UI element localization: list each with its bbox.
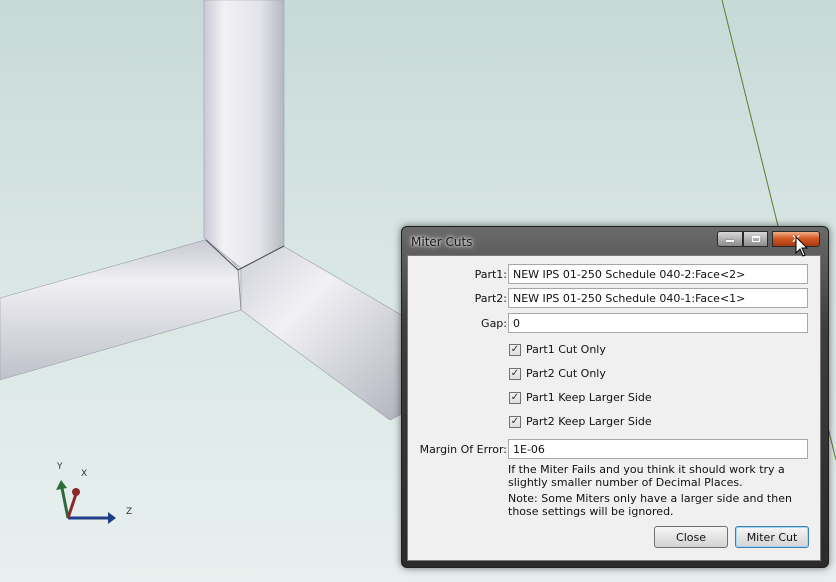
- pipe-left[interactable]: [0, 237, 242, 381]
- dialog-title: Miter Cuts: [411, 235, 473, 249]
- maximize-button[interactable]: [743, 231, 768, 247]
- check-icon: ✓: [509, 415, 521, 428]
- pipe-right[interactable]: [240, 245, 411, 421]
- miter-cuts-dialog: Miter Cuts ✕ Part1: NEW IPS 01-250 Sched…: [401, 226, 829, 568]
- triad-z-label: Z: [126, 507, 133, 517]
- checkbox-label: Part2 Keep Larger Side: [526, 415, 652, 428]
- part2-cut-only-checkbox[interactable]: ✓ Part2 Cut Only: [509, 367, 606, 380]
- margin-of-error-label: Margin Of Error:: [419, 443, 507, 456]
- margin-of-error-field[interactable]: 1E-06: [508, 439, 808, 459]
- part1-label: Part1:: [474, 268, 507, 281]
- check-icon: ✓: [509, 343, 521, 356]
- mouse-cursor-icon: [795, 236, 809, 257]
- close-button[interactable]: Close: [654, 526, 728, 548]
- part2-field[interactable]: NEW IPS 01-250 Schedule 040-1:Face<1>: [508, 288, 808, 308]
- checkbox-label: Part2 Cut Only: [526, 367, 606, 380]
- part1-keep-larger-side-checkbox[interactable]: ✓ Part1 Keep Larger Side: [509, 391, 652, 404]
- part2-keep-larger-side-checkbox[interactable]: ✓ Part2 Keep Larger Side: [509, 415, 652, 428]
- larger-side-note: Note: Some Miters only have a larger sid…: [508, 492, 792, 518]
- minimize-icon: [726, 240, 734, 242]
- miter-cut-button[interactable]: Miter Cut: [735, 526, 809, 548]
- part1-cut-only-checkbox[interactable]: ✓ Part1 Cut Only: [509, 343, 606, 356]
- check-icon: ✓: [509, 367, 521, 380]
- checkbox-label: Part1 Keep Larger Side: [526, 391, 652, 404]
- checkbox-label: Part1 Cut Only: [526, 343, 606, 356]
- check-icon: ✓: [509, 391, 521, 404]
- part1-field[interactable]: NEW IPS 01-250 Schedule 040-2:Face<2>: [508, 264, 808, 284]
- minimize-button[interactable]: [717, 231, 743, 247]
- part2-label: Part2:: [474, 292, 507, 305]
- maximize-icon: [751, 236, 760, 242]
- gap-field[interactable]: 0: [508, 313, 808, 333]
- triad-y-label: Y: [57, 462, 63, 472]
- dialog-client: Part1: NEW IPS 01-250 Schedule 040-2:Fac…: [407, 255, 821, 561]
- coordinate-triad: [56, 480, 116, 524]
- gap-label: Gap:: [481, 317, 507, 330]
- pipe-vertical[interactable]: [203, 0, 285, 269]
- miter-fail-hint: If the Miter Fails and you think it shou…: [508, 463, 785, 489]
- triad-x-label: X: [81, 469, 88, 479]
